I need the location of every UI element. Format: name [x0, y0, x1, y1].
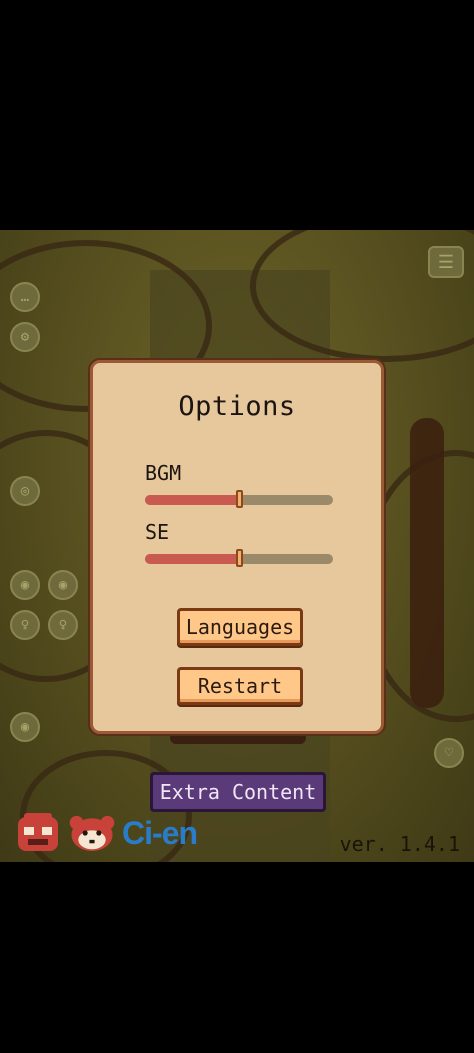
heart-icon[interactable]: ♡: [434, 738, 464, 768]
dialog-title: Options: [178, 391, 296, 422]
se-slider[interactable]: [145, 549, 333, 567]
eye-icon[interactable]: ◉: [10, 712, 40, 742]
side-scroll-panel: [410, 418, 444, 708]
slider-thumb[interactable]: [236, 490, 243, 508]
chat-icon[interactable]: …: [10, 282, 40, 312]
bgm-slider[interactable]: [145, 490, 333, 508]
panda-logo-icon: [69, 815, 115, 851]
options-dialog: Options BGM SE Languages Restart: [90, 360, 384, 734]
eye-icon[interactable]: ◉: [48, 570, 78, 600]
version-text: ver. 1.4.1: [339, 832, 460, 856]
mask-logo-icon: [18, 813, 58, 851]
bulb-icon[interactable]: ♀: [10, 610, 40, 640]
slider-fill: [145, 554, 239, 564]
languages-button[interactable]: Languages: [177, 608, 303, 646]
menu-icon[interactable]: ☰: [428, 246, 464, 278]
extra-content-button[interactable]: Extra Content: [150, 772, 326, 812]
bulb-icon[interactable]: ♀: [48, 610, 78, 640]
slider-fill: [145, 495, 239, 505]
logo-area: Ci-en: [14, 808, 198, 858]
circle-icon[interactable]: ◎: [10, 476, 40, 506]
settings-icon[interactable]: ⚙: [10, 322, 40, 352]
eye-icon[interactable]: ◉: [10, 570, 40, 600]
logo-text: Ci-en: [122, 814, 198, 851]
bgm-label: BGM: [145, 461, 182, 485]
slider-thumb[interactable]: [236, 549, 243, 567]
restart-button[interactable]: Restart: [177, 667, 303, 705]
se-label: SE: [145, 520, 170, 544]
